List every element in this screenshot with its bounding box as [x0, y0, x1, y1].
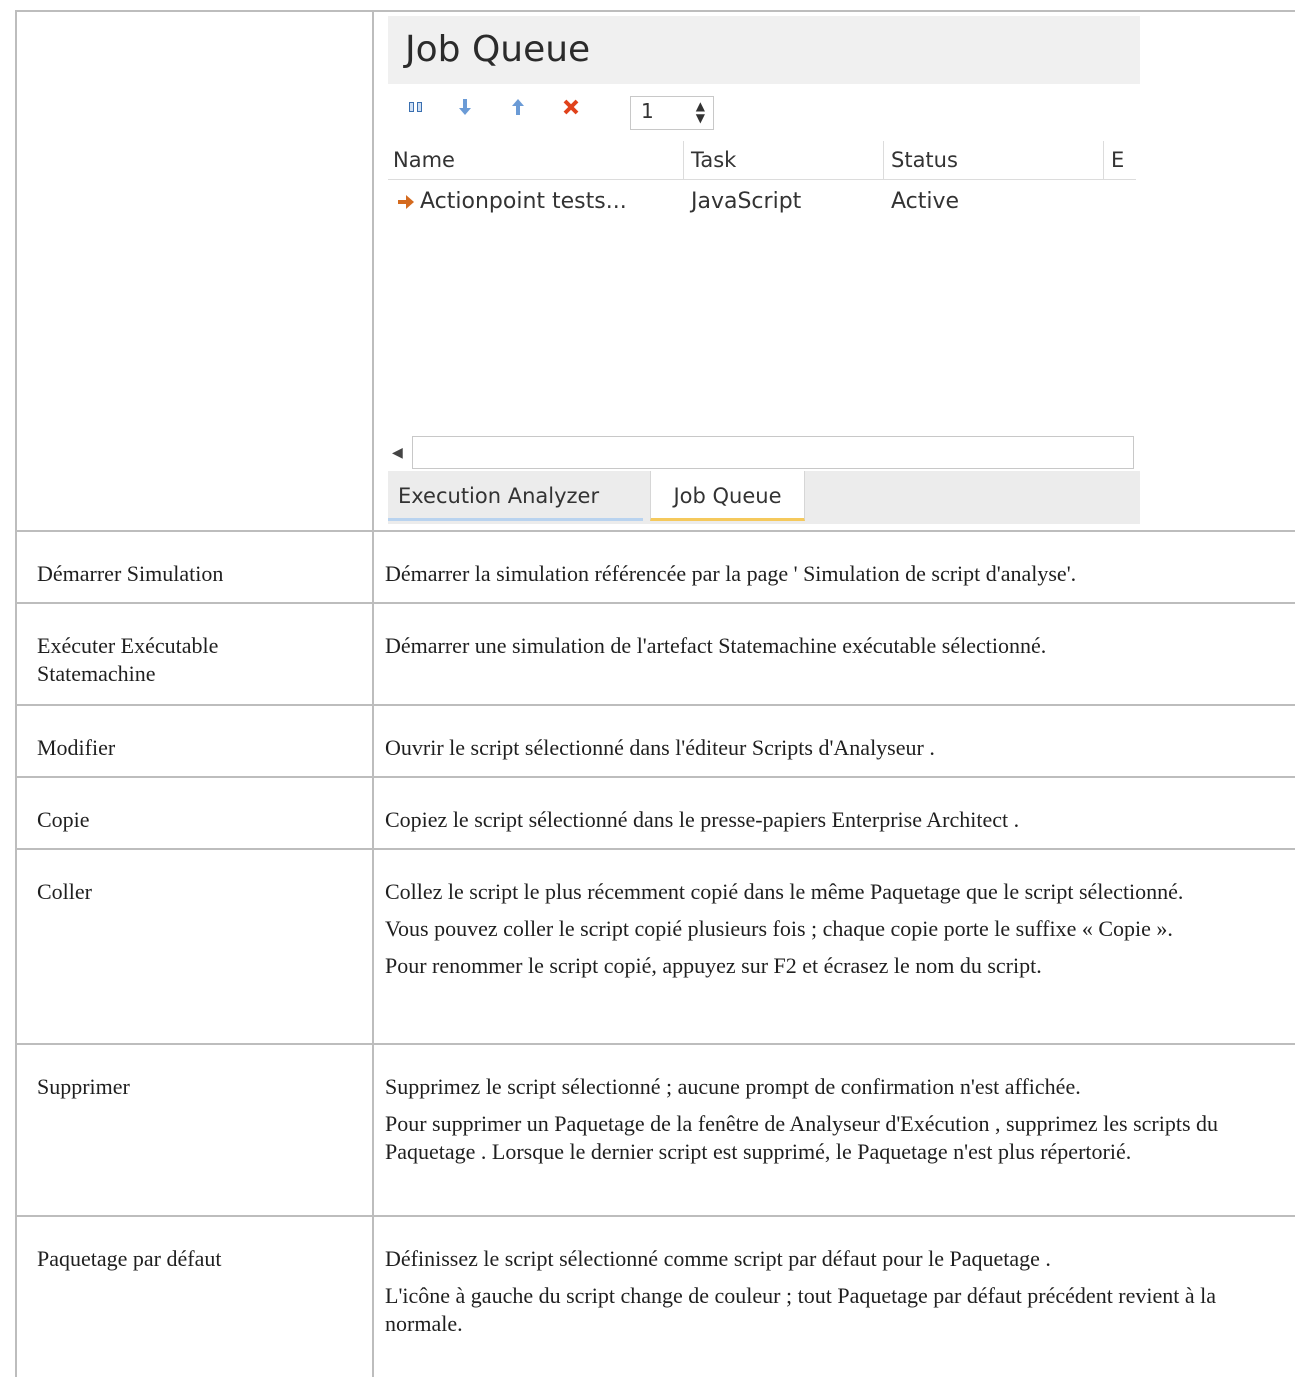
option-description: Ouvrir le script sélectionné dans l'édit… — [385, 734, 1275, 771]
column-divider — [372, 850, 374, 1043]
spinner-arrows-icon[interactable]: ▲ ▼ — [696, 100, 705, 124]
description-paragraph: Vous pouvez coller le script copié plusi… — [385, 916, 1173, 941]
table-left-border — [15, 12, 17, 530]
description-paragraph: L'icône à gauche du script change de cou… — [385, 1283, 1217, 1336]
table-left-border — [15, 532, 17, 602]
column-header-status[interactable]: Status — [886, 141, 1104, 179]
table-left-border — [15, 1217, 17, 1377]
table-row: Paquetage par défaut Définissez le scrip… — [15, 1215, 1295, 1377]
job-queue-screenshot: Job Queue 1 ▲ ▼ Name Task Status E Actio… — [388, 16, 1140, 524]
option-term: Coller — [37, 879, 92, 904]
table-left-border — [15, 850, 17, 1043]
job-grid-header: Name Task Status E — [388, 141, 1136, 180]
table-left-border — [15, 778, 17, 848]
description-paragraph: Démarrer la simulation référencée par la… — [385, 561, 1077, 586]
job-name: Actionpoint tests... — [420, 189, 627, 214]
window-title: Job Queue — [388, 16, 1140, 84]
job-status: Active — [891, 189, 960, 214]
description-paragraph: Copiez le script sélectionné dans le pre… — [385, 807, 1020, 832]
table-left-border — [15, 604, 17, 704]
option-term: Exécuter Exécutable Statemachine — [37, 633, 219, 686]
options-table: Job Queue 1 ▲ ▼ Name Task Status E Actio… — [15, 10, 1295, 1377]
column-divider — [372, 532, 374, 602]
option-term: Copie — [37, 807, 90, 832]
option-description: Démarrer la simulation référencée par la… — [385, 560, 1275, 597]
job-task: JavaScript — [691, 189, 802, 214]
scroll-left-icon[interactable]: ◀ — [392, 436, 412, 470]
table-left-border — [15, 706, 17, 776]
option-term: Modifier — [37, 735, 116, 760]
spinner-value[interactable]: 1 — [641, 99, 654, 123]
option-term: Démarrer Simulation — [37, 561, 224, 586]
window-tabs: Execution Analyzer Job Queue — [388, 471, 1140, 524]
option-term: Paquetage par défaut — [37, 1246, 222, 1271]
toolbar: 1 ▲ ▼ — [388, 88, 1140, 132]
column-divider — [372, 1045, 374, 1215]
description-paragraph: Pour supprimer un Paquetage de la fenêtr… — [385, 1111, 1219, 1164]
move-down-icon[interactable] — [452, 96, 478, 122]
screenshot-row: Job Queue 1 ▲ ▼ Name Task Status E Actio… — [15, 10, 1295, 530]
pause-icon[interactable] — [403, 96, 429, 122]
tab-execution-analyzer[interactable]: Execution Analyzer — [388, 471, 643, 521]
column-divider — [372, 1217, 374, 1377]
description-paragraph: Ouvrir le script sélectionné dans l'édit… — [385, 735, 935, 760]
table-row: Démarrer Simulation Démarrer la simulati… — [15, 530, 1295, 602]
column-header-task[interactable]: Task — [686, 141, 884, 179]
scrollbar-track[interactable] — [412, 436, 1134, 469]
option-description: Collez le script le plus récemment copié… — [385, 878, 1275, 989]
table-row: Exécuter Exécutable Statemachine Démarre… — [15, 602, 1295, 704]
option-description: Supprimez le script sélectionné ; aucune… — [385, 1073, 1275, 1175]
option-description: Démarrer une simulation de l'artefact St… — [385, 632, 1275, 669]
table-row: Copie Copiez le script sélectionné dans … — [15, 776, 1295, 848]
table-left-border — [15, 1045, 17, 1215]
row-arrow-icon — [396, 182, 416, 222]
description-paragraph: Définissez le script sélectionné comme s… — [385, 1246, 1051, 1271]
tab-job-queue[interactable]: Job Queue — [650, 471, 805, 521]
option-term: Supprimer — [37, 1074, 130, 1099]
concurrency-spinner[interactable]: 1 ▲ ▼ — [630, 96, 714, 130]
horizontal-scrollbar[interactable]: ◀ — [388, 436, 1136, 470]
column-header-e[interactable]: E — [1106, 141, 1136, 179]
table-row: Modifier Ouvrir le script sélectionné da… — [15, 704, 1295, 776]
option-description: Copiez le script sélectionné dans le pre… — [385, 806, 1275, 843]
description-paragraph: Collez le script le plus récemment copié… — [385, 879, 1184, 904]
description-paragraph: Démarrer une simulation de l'artefact St… — [385, 633, 1047, 658]
column-divider — [372, 706, 374, 776]
column-divider — [372, 604, 374, 704]
column-divider — [372, 12, 374, 530]
description-paragraph: Supprimez le script sélectionné ; aucune… — [385, 1074, 1081, 1099]
move-up-icon[interactable] — [505, 96, 531, 122]
column-divider — [372, 778, 374, 848]
delete-icon[interactable] — [558, 96, 584, 122]
table-row: Supprimer Supprimez le script sélectionn… — [15, 1043, 1295, 1215]
column-header-name[interactable]: Name — [388, 141, 684, 179]
table-row[interactable]: Actionpoint tests... JavaScript Active — [388, 182, 1136, 222]
description-paragraph: Pour renommer le script copié, appuyez s… — [385, 953, 1042, 978]
table-row: Coller Collez le script le plus récemmen… — [15, 848, 1295, 1043]
option-description: Définissez le script sélectionné comme s… — [385, 1245, 1275, 1347]
